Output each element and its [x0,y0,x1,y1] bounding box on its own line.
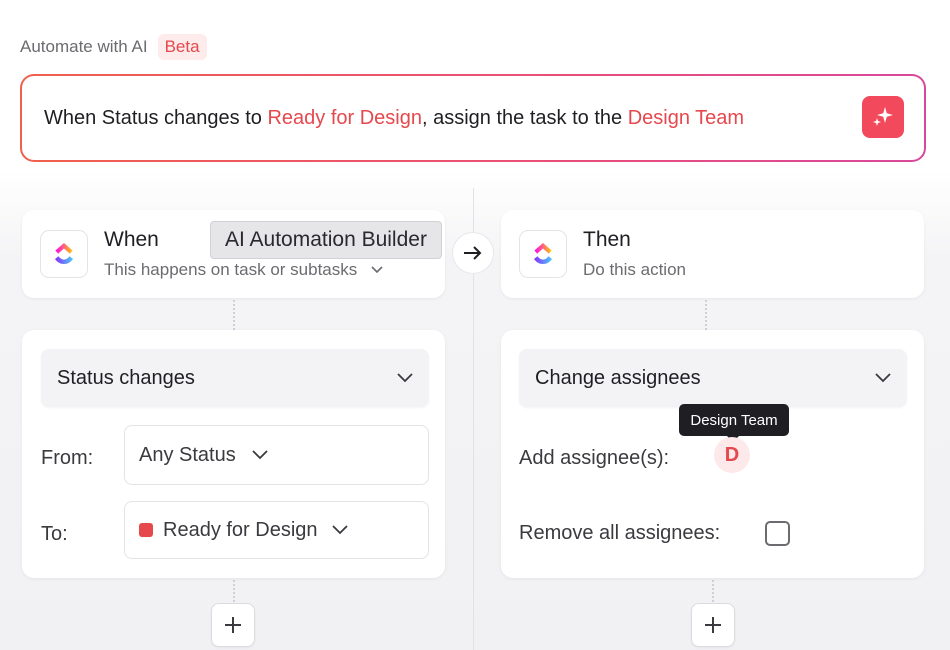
arrow-connector [452,232,494,274]
chevron-down-icon [875,373,891,383]
generate-button[interactable] [862,96,904,138]
page-title: Automate with AI [20,37,148,56]
add-assignees-label: Add assignee(s): [519,447,670,469]
add-action-button[interactable] [691,603,735,647]
remove-assignees-label: Remove all assignees: [519,522,721,544]
page-header: Automate with AI Beta [20,34,207,60]
assignee-tooltip: Design Team [679,404,789,442]
ai-prompt-text[interactable]: When Status changes to Ready for Design,… [22,76,924,160]
chevron-down-icon [397,373,413,383]
plus-icon [225,617,241,633]
action-select[interactable]: Change assignees [519,349,907,407]
prompt-highlight-status: Ready for Design [267,106,422,129]
then-header-card[interactable]: Then Do this action [501,210,924,298]
from-status-select[interactable]: Any Status [124,425,429,485]
then-subtitle-text: Do this action [583,260,686,279]
to-label: To: [41,523,68,545]
assignee-avatar[interactable]: D [714,437,750,473]
connector-dots [705,300,707,330]
connector-dots [233,300,235,330]
from-status-value: Any Status [139,443,236,466]
clickup-logo-icon [519,230,567,278]
connector-dots [712,580,714,602]
chevron-down-icon [371,266,383,274]
to-status-select[interactable]: Ready for Design [124,501,429,559]
sparkles-icon [873,107,893,126]
arrow-right-icon [464,246,482,260]
prompt-part-1: When Status changes to [44,106,268,129]
when-subtitle: This happens on task or subtasks [104,260,358,279]
to-status-value: Ready for Design [163,518,318,541]
clickup-logo-icon [40,230,88,278]
builder-tooltip: AI Automation Builder [210,221,442,259]
plus-icon [705,617,721,633]
prompt-part-2: , assign the task to the [422,106,628,129]
trigger-value: Status changes [57,366,195,389]
when-subtitle-dropdown[interactable]: This happens on task or subtasks [104,260,383,280]
chevron-down-icon [331,525,348,535]
beta-badge: Beta [157,34,207,60]
status-color-square [139,523,153,537]
connector-dots [233,580,235,602]
remove-assignees-checkbox[interactable] [765,521,790,546]
chevron-down-icon [252,450,268,460]
then-title: Then [583,228,631,251]
from-label: From: [41,447,94,469]
add-condition-button[interactable] [211,603,255,647]
trigger-select[interactable]: Status changes [41,349,429,407]
action-value: Change assignees [535,366,701,389]
then-subtitle: Do this action [583,260,686,280]
ai-prompt-box[interactable]: When Status changes to Ready for Design,… [20,74,926,162]
prompt-highlight-team: Design Team [627,106,745,129]
